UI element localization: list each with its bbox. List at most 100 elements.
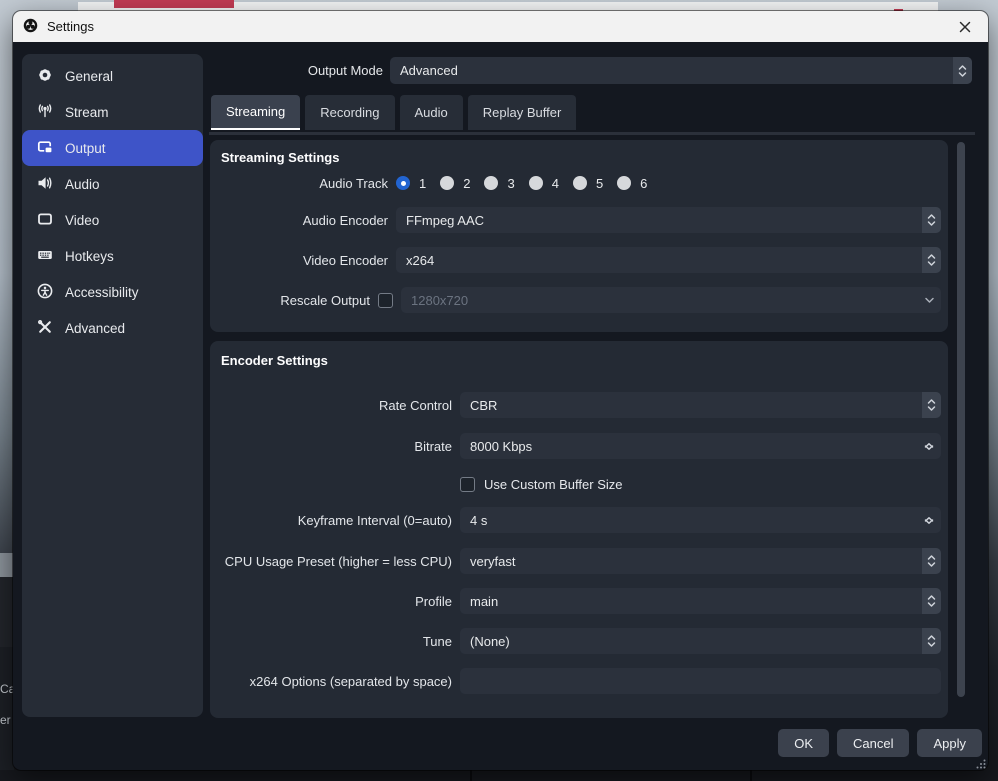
section-title: Streaming Settings [221, 150, 339, 165]
settings-sidebar: General Stream Output [22, 54, 203, 717]
titlebar[interactable]: Settings [13, 11, 988, 42]
sidebar-item-label: Advanced [65, 321, 125, 336]
sidebar-item-video[interactable]: Video [22, 202, 203, 238]
chevron-updown-icon[interactable] [922, 628, 941, 654]
output-mode-select[interactable]: Advanced [390, 57, 972, 84]
radio-track-4[interactable] [529, 176, 543, 190]
speaker-icon [37, 175, 53, 194]
tab-audio[interactable]: Audio [400, 95, 463, 130]
radio-label: 1 [419, 176, 426, 191]
close-icon[interactable] [952, 15, 978, 39]
rescale-resolution-value: 1280x720 [401, 293, 468, 308]
chevron-updown-icon[interactable] [953, 57, 972, 84]
sidebar-item-stream[interactable]: Stream [22, 94, 203, 130]
rate-control-value: CBR [460, 398, 497, 413]
section-title: Encoder Settings [221, 353, 328, 368]
chevron-updown-icon[interactable] [922, 207, 941, 233]
tab-streaming[interactable]: Streaming [211, 95, 300, 130]
encoder-settings-panel: Encoder Settings Rate Control CBR Bitrat… [210, 341, 948, 718]
rescale-output-label: Rescale Output [210, 293, 370, 308]
radio-track-1[interactable] [396, 176, 410, 190]
accessibility-icon [37, 283, 53, 302]
sidebar-item-general[interactable]: General [22, 58, 203, 94]
cancel-button[interactable]: Cancel [837, 729, 909, 757]
audio-encoder-row: Audio Encoder FFmpeg AAC [210, 207, 941, 233]
bitrate-spinbox[interactable]: 8000 Kbps [460, 433, 941, 459]
sidebar-item-label: General [65, 69, 113, 84]
tabbar-divider [209, 132, 975, 135]
tab-recording[interactable]: Recording [305, 95, 394, 130]
tune-value: (None) [460, 634, 510, 649]
tools-icon [37, 319, 53, 338]
rate-control-row: Rate Control CBR [210, 392, 941, 418]
cpu-preset-select[interactable]: veryfast [460, 548, 941, 574]
broadcast-icon [37, 103, 53, 122]
display-share-icon [37, 139, 53, 158]
sidebar-item-output[interactable]: Output [22, 130, 203, 166]
chevron-updown-icon[interactable] [922, 588, 941, 614]
radio-track-5[interactable] [573, 176, 587, 190]
bitrate-value: 8000 Kbps [460, 439, 532, 454]
radio-track-3[interactable] [484, 176, 498, 190]
rescale-output-row: Rescale Output 1280x720 [210, 287, 941, 313]
sidebar-item-label: Accessibility [65, 285, 139, 300]
profile-row: Profile main [210, 588, 941, 614]
x264-options-input[interactable] [460, 668, 941, 694]
audio-encoder-value: FFmpeg AAC [396, 213, 484, 228]
ok-button[interactable]: OK [778, 729, 829, 757]
profile-select[interactable]: main [460, 588, 941, 614]
profile-value: main [460, 594, 498, 609]
vertical-scrollbar[interactable] [957, 142, 965, 697]
obs-logo-icon [23, 18, 38, 36]
keyboard-icon [37, 247, 53, 266]
chevron-updown-icon[interactable] [922, 548, 941, 574]
cpu-preset-label: CPU Usage Preset (higher = less CPU) [210, 554, 452, 569]
sidebar-item-accessibility[interactable]: Accessibility [22, 274, 203, 310]
apply-button[interactable]: Apply [917, 729, 982, 757]
keyframe-interval-value: 4 s [460, 513, 487, 528]
keyframe-interval-label: Keyframe Interval (0=auto) [210, 513, 452, 528]
audio-encoder-select[interactable]: FFmpeg AAC [396, 207, 941, 233]
x264-options-row: x264 Options (separated by space) [210, 668, 941, 694]
spin-down-icon[interactable] [924, 438, 934, 456]
sidebar-item-label: Output [65, 141, 106, 156]
cpu-preset-value: veryfast [460, 554, 516, 569]
tab-replay-buffer[interactable]: Replay Buffer [468, 95, 577, 130]
background-bottom-strip [0, 770, 998, 781]
spin-down-icon[interactable] [924, 512, 934, 530]
tune-select[interactable]: (None) [460, 628, 941, 654]
radio-label: 5 [596, 176, 603, 191]
rescale-output-checkbox[interactable] [378, 293, 393, 308]
sidebar-item-advanced[interactable]: Advanced [22, 310, 203, 346]
tune-label: Tune [210, 634, 452, 649]
radio-track-2[interactable] [440, 176, 454, 190]
video-encoder-select[interactable]: x264 [396, 247, 941, 273]
sidebar-item-label: Video [65, 213, 99, 228]
gear-icon [37, 67, 53, 86]
sidebar-item-audio[interactable]: Audio [22, 166, 203, 202]
streaming-settings-panel: Streaming Settings Audio Track 1 2 3 4 5… [210, 140, 948, 332]
rate-control-select[interactable]: CBR [460, 392, 941, 418]
window-title: Settings [47, 19, 94, 34]
x264-options-label: x264 Options (separated by space) [210, 674, 452, 689]
radio-track-6[interactable] [617, 176, 631, 190]
keyframe-interval-spinbox[interactable]: 4 s [460, 507, 941, 533]
dialog-footer: OK Cancel Apply [778, 729, 982, 757]
rescale-resolution-select[interactable]: 1280x720 [401, 287, 941, 313]
background-red-bar [114, 0, 234, 8]
keyframe-interval-row: Keyframe Interval (0=auto) 4 s [210, 507, 941, 533]
sidebar-item-hotkeys[interactable]: Hotkeys [22, 238, 203, 274]
sidebar-item-label: Hotkeys [65, 249, 114, 264]
video-encoder-label: Video Encoder [210, 253, 388, 268]
chevron-updown-icon[interactable] [922, 247, 941, 273]
custom-buffer-row: Use Custom Buffer Size [210, 476, 941, 492]
resize-grip[interactable] [976, 756, 986, 774]
tune-row: Tune (None) [210, 628, 941, 654]
chevron-updown-icon[interactable] [922, 392, 941, 418]
output-mode-value: Advanced [390, 63, 458, 78]
background-left-block [0, 577, 14, 647]
custom-buffer-checkbox[interactable] [460, 477, 475, 492]
audio-encoder-label: Audio Encoder [210, 213, 388, 228]
chevron-down-icon [924, 291, 935, 309]
bitrate-label: Bitrate [210, 439, 452, 454]
